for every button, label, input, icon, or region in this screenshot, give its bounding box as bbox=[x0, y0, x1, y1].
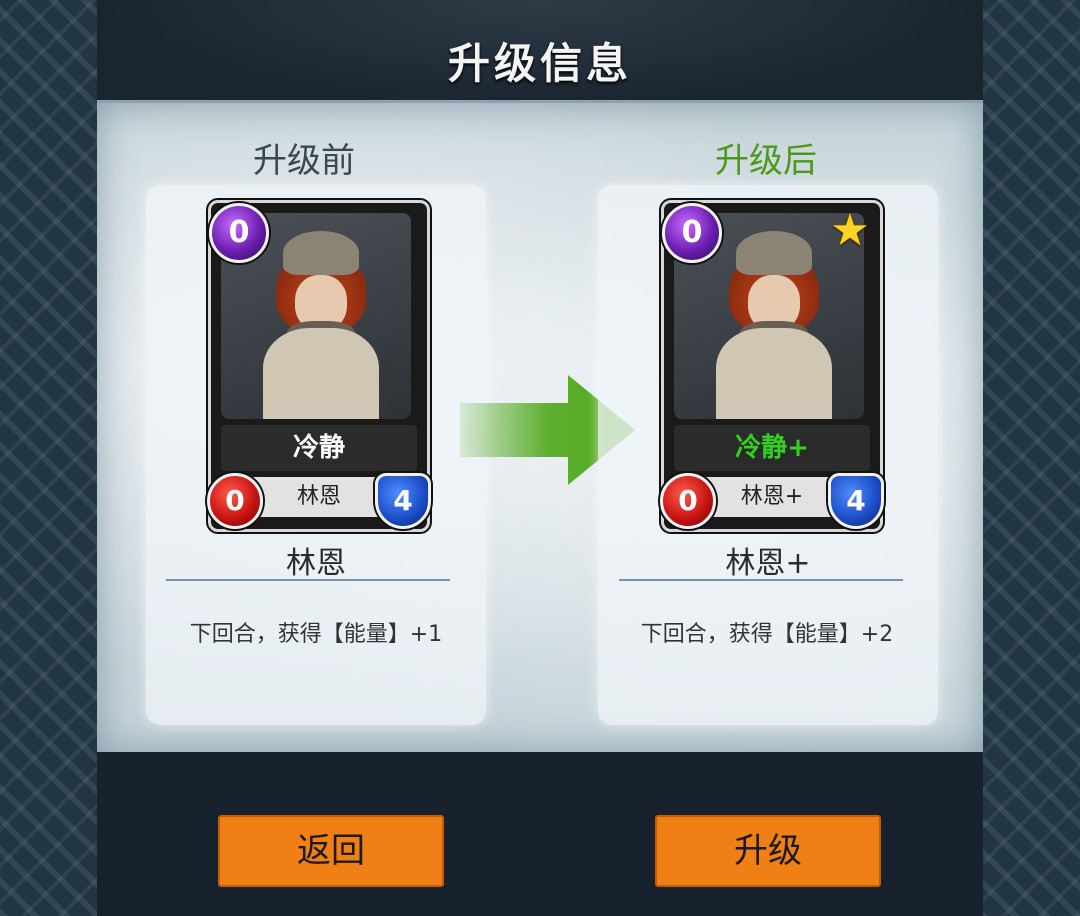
after-description: 下回合，获得【能量】+2 bbox=[640, 622, 894, 647]
defense-shield: 4 bbox=[828, 473, 884, 529]
attack-gem: 0 bbox=[660, 473, 716, 529]
upgrade-button[interactable]: 升级 bbox=[655, 815, 881, 887]
before-label: 升级前 bbox=[253, 141, 355, 181]
before-card-title: 林恩 bbox=[286, 546, 346, 581]
cost-gem: 0 bbox=[662, 203, 722, 263]
before-description: 下回合，获得【能量】+1 bbox=[189, 622, 443, 647]
cost-gem: 0 bbox=[209, 203, 269, 263]
card-owner: 林恩 bbox=[241, 477, 397, 517]
after-card[interactable]: 0 ★ 冷静+ 林恩+ 0 4 bbox=[660, 200, 884, 532]
divider bbox=[166, 579, 450, 581]
back-button[interactable]: 返回 bbox=[218, 815, 444, 887]
defense-shield: 4 bbox=[375, 473, 431, 529]
title-bar: 升级信息 bbox=[97, 0, 983, 108]
after-label: 升级后 bbox=[715, 141, 817, 181]
card-name: 冷静+ bbox=[674, 425, 870, 471]
right-decorative-border bbox=[980, 0, 1080, 916]
page-title: 升级信息 bbox=[447, 39, 632, 88]
attack-gem: 0 bbox=[207, 473, 263, 529]
before-card[interactable]: 0 冷静 林恩 0 4 bbox=[207, 200, 431, 532]
divider bbox=[619, 579, 903, 581]
after-card-title: 林恩+ bbox=[725, 546, 811, 581]
card-owner: 林恩+ bbox=[694, 477, 850, 517]
left-decorative-border bbox=[0, 0, 100, 916]
card-name: 冷静 bbox=[221, 425, 417, 471]
star-icon: ★ bbox=[830, 205, 870, 256]
